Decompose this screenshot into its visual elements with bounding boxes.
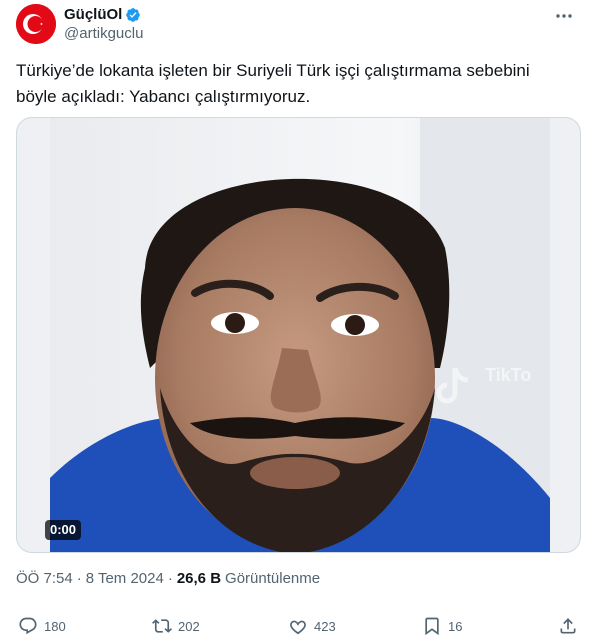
tiktok-watermark-text: TikTo: [485, 365, 532, 385]
repost-icon: [152, 619, 172, 633]
tweet-actions: 180 202 423 16: [16, 616, 581, 638]
tweet-date[interactable]: 8 Tem 2024: [86, 570, 164, 587]
video-player[interactable]: TikTo 0:00: [16, 117, 581, 553]
views-label: Görüntülenme: [225, 570, 321, 587]
video-frame: TikTo: [50, 118, 550, 552]
more-options-button[interactable]: [553, 6, 575, 26]
reply-count: 180: [44, 618, 66, 634]
verified-badge-icon: [126, 8, 141, 22]
tweet-text: Türkiye’de lokanta işleten bir Suriyeli …: [16, 61, 530, 106]
author-handle[interactable]: @artikguclu: [64, 24, 143, 44]
share-button[interactable]: [558, 616, 578, 636]
bookmark-button[interactable]: 16: [422, 616, 462, 636]
more-dots-icon: [556, 14, 572, 18]
tweet-meta: ÖÖ 7:54 · 8 Tem 2024 · 26,6 B Görüntülen…: [16, 570, 320, 587]
meta-separator: ·: [76, 570, 82, 587]
author-display-name[interactable]: GüçlüOl: [64, 6, 122, 24]
avatar[interactable]: [16, 4, 56, 44]
like-count: 423: [314, 618, 336, 634]
views-count: 26,6 B: [176, 570, 222, 587]
tweet-header: GüçlüOl @artikguclu: [16, 4, 579, 48]
video-thumbnail: [50, 118, 550, 552]
share-icon: [560, 618, 576, 634]
reply-icon: [19, 617, 37, 635]
bookmark-icon: [425, 617, 439, 636]
tweet-time[interactable]: ÖÖ 7:54: [16, 570, 73, 587]
heart-icon: [290, 620, 306, 635]
meta-separator: ·: [167, 570, 173, 587]
reply-button[interactable]: 180: [18, 616, 66, 636]
like-button[interactable]: 423: [288, 616, 336, 636]
repost-button[interactable]: 202: [152, 616, 200, 636]
bookmark-count: 16: [448, 618, 463, 634]
turkish-flag-icon: [16, 4, 56, 44]
repost-count: 202: [178, 618, 200, 634]
video-duration: 0:00: [45, 520, 82, 540]
